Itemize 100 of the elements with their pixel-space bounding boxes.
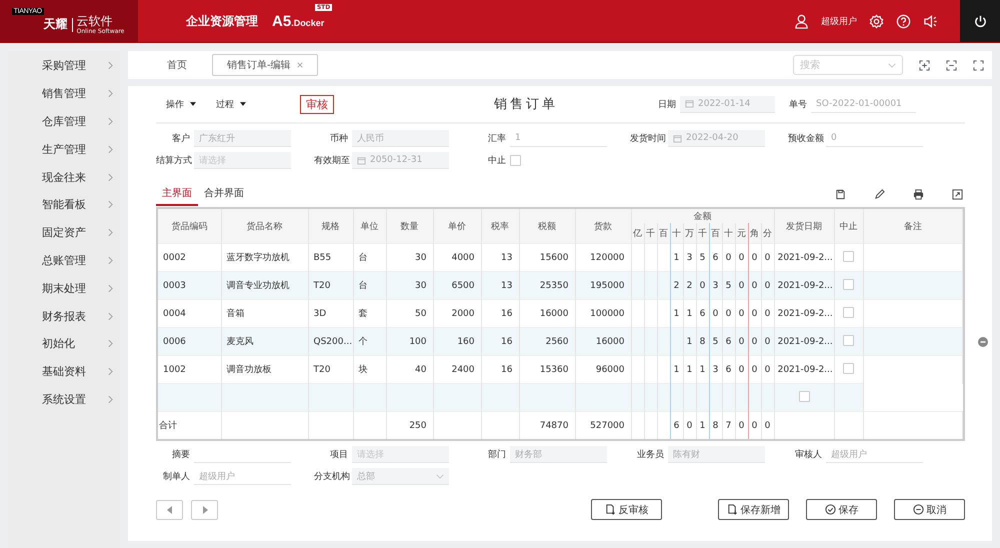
table-cell: 1 <box>683 328 696 356</box>
product-name: 云软件 <box>76 14 113 28</box>
sidebar-item[interactable]: 生产管理 <box>8 135 120 164</box>
checkbox[interactable] <box>843 334 854 346</box>
minus-circle-icon <box>912 504 924 515</box>
chevron-right-icon <box>108 61 113 70</box>
field-label: 汇率 <box>487 132 507 145</box>
chevron-right-icon <box>108 228 113 238</box>
document-icon <box>604 504 616 515</box>
field-label: 结算方式 <box>156 154 193 167</box>
help-icon[interactable] <box>896 14 911 28</box>
field-label: 日期 <box>658 98 677 110</box>
sidebar-item[interactable]: 期末处理 <box>8 274 120 302</box>
column-header: 货品编码 <box>158 209 221 244</box>
checkbox[interactable] <box>798 390 810 402</box>
zoom-out-icon[interactable] <box>946 60 957 70</box>
sidebar-item[interactable]: 系统设置 <box>8 386 120 414</box>
fullscreen-icon[interactable] <box>973 60 984 70</box>
tab[interactable]: 销售订单-编辑 <box>212 54 318 76</box>
save-icon[interactable] <box>835 188 846 200</box>
table-cell: 6 <box>722 328 735 356</box>
table-cell: 0 <box>761 272 774 300</box>
field-label: 业务员 <box>636 448 665 461</box>
action-button[interactable]: 保存 <box>806 499 877 520</box>
collapse-handle-icon[interactable] <box>978 337 988 347</box>
checkbox[interactable] <box>510 155 521 166</box>
calendar-icon <box>673 134 682 142</box>
sidebar-item[interactable]: 初始化 <box>8 330 120 358</box>
chevron-right-icon <box>108 367 113 376</box>
power-button[interactable] <box>960 0 1000 42</box>
tab[interactable]: 首页 <box>158 54 196 76</box>
field-label: 币种 <box>329 132 349 145</box>
document-icon <box>726 504 738 515</box>
dropdown-menu[interactable]: 操作 <box>166 98 196 110</box>
dropdown-menu[interactable]: 过程 <box>216 98 246 110</box>
left-triangle-icon <box>166 506 172 514</box>
sidebar-item[interactable]: 采购管理 <box>8 52 120 80</box>
chevron-right-icon <box>108 116 113 126</box>
table-cell: 0003 <box>158 272 221 300</box>
column-header: 货品名称 <box>221 209 308 244</box>
zoom-in-icon[interactable] <box>919 60 930 70</box>
settings-icon[interactable] <box>869 14 884 28</box>
table-cell: 195000 <box>575 272 631 300</box>
chevron-right-icon <box>108 312 113 321</box>
sidebar-item[interactable]: 固定资产 <box>8 218 120 247</box>
column-header: 货款 <box>575 209 631 244</box>
printer-icon[interactable] <box>913 188 924 200</box>
sidebar-item[interactable]: 总账管理 <box>8 246 120 274</box>
sidebar-item[interactable]: 财务报表 <box>8 302 120 330</box>
table-cell: 6500 <box>433 272 481 300</box>
checkbox[interactable] <box>843 362 854 374</box>
table-cell: 8 <box>709 412 722 439</box>
table-cell: 160 <box>433 328 481 356</box>
checkbox[interactable] <box>843 278 854 290</box>
action-button[interactable]: 取消 <box>894 499 965 520</box>
previous-button[interactable] <box>156 500 183 520</box>
tab[interactable]: 主界面 <box>156 182 198 206</box>
speaker-icon[interactable] <box>923 14 938 28</box>
sidebar-item[interactable]: 仓库管理 <box>8 108 120 136</box>
next-button[interactable] <box>191 500 218 520</box>
field-label: 客户 <box>171 132 191 145</box>
expand-icon[interactable] <box>952 188 963 200</box>
pencil-icon[interactable] <box>874 188 885 200</box>
field-label: 发货时间 <box>630 132 667 145</box>
table-cell: 台 <box>353 272 386 300</box>
table-cell: 8 <box>696 328 709 356</box>
table-cell: 30 <box>386 272 433 300</box>
close-icon[interactable] <box>296 62 303 68</box>
table-cell: 527000 <box>575 412 631 439</box>
action-button[interactable]: 反审核 <box>591 499 662 520</box>
check-circle-icon <box>824 504 836 515</box>
table-cell: 0 <box>696 272 709 300</box>
brand-name: 天耀 <box>44 16 68 33</box>
table-cell <box>657 328 670 356</box>
field-label: 部门 <box>487 448 507 461</box>
column-header: 税率 <box>481 209 519 244</box>
checkbox[interactable] <box>843 250 854 262</box>
field-label: 预收金额 <box>788 132 825 145</box>
user-icon[interactable] <box>794 14 809 28</box>
sidebar-item[interactable]: 基础资料 <box>8 358 120 386</box>
chevron-right-icon <box>108 172 113 182</box>
user-name[interactable]: 超级用户 <box>821 14 857 28</box>
table-cell: 2560 <box>519 328 575 356</box>
column-header: 金额 <box>631 209 774 223</box>
field-label: 制单人 <box>162 470 191 483</box>
table-cell: 7 <box>722 412 735 439</box>
field-label: 摘要 <box>171 448 191 461</box>
sidebar-item[interactable]: 现金往来 <box>8 163 120 191</box>
sidebar-item[interactable]: 智能看板 <box>8 190 120 219</box>
sidebar-item[interactable]: 销售管理 <box>8 80 120 108</box>
table-cell: 0 <box>683 412 696 439</box>
app-title: 企业资源管理 <box>186 12 258 30</box>
table-cell: 0006 <box>158 328 221 356</box>
checkbox[interactable] <box>843 306 854 318</box>
column-header: 规格 <box>308 209 353 244</box>
column-header: 税额 <box>519 209 575 244</box>
tab[interactable]: 合并界面 <box>198 182 250 206</box>
action-button[interactable]: 保存新增 <box>718 499 789 520</box>
chevron-right-icon <box>108 144 113 154</box>
edition-label: .Docker <box>291 18 324 28</box>
